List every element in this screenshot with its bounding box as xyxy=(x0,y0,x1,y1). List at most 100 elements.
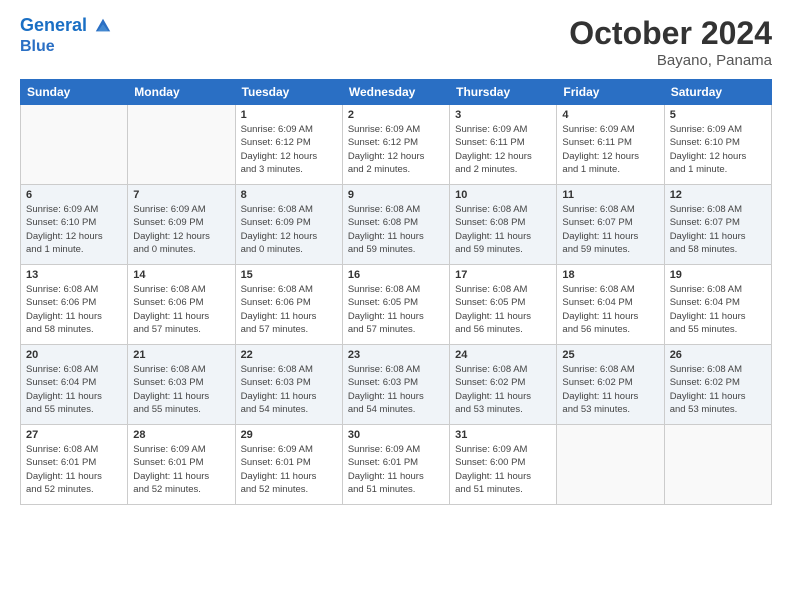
calendar-header-row: Sunday Monday Tuesday Wednesday Thursday… xyxy=(21,80,772,105)
day-detail: Sunrise: 6:09 AM Sunset: 6:09 PM Dayligh… xyxy=(133,203,229,256)
table-row: 5Sunrise: 6:09 AM Sunset: 6:10 PM Daylig… xyxy=(664,105,771,185)
day-number: 22 xyxy=(241,349,337,361)
table-row: 1 Sunrise: 6:09 AM Sunset: 6:12 PM Daylig… xyxy=(235,105,342,185)
day-detail: Sunrise: 6:09 AM Sunset: 6:12 PM Dayligh… xyxy=(348,123,444,176)
day-detail: Sunrise: 6:08 AM Sunset: 6:04 PM Dayligh… xyxy=(670,283,766,336)
day-number: 23 xyxy=(348,349,444,361)
table-row: 8 Sunrise: 6:08 AM Sunset: 6:09 PM Daylig… xyxy=(235,185,342,265)
table-row: 21 Sunrise: 6:08 AM Sunset: 6:03 PM Dayli… xyxy=(128,345,235,425)
table-row: 15Sunrise: 6:08 AM Sunset: 6:06 PM Dayli… xyxy=(235,265,342,345)
day-detail: Sunrise: 6:08 AM Sunset: 6:02 PM Dayligh… xyxy=(455,363,551,416)
table-row xyxy=(128,105,235,185)
logo-icon xyxy=(94,17,112,35)
day-number: 2 xyxy=(348,109,444,121)
col-wednesday: Wednesday xyxy=(342,80,449,105)
day-detail: Sunrise: 6:08 AM Sunset: 6:03 PM Dayligh… xyxy=(348,363,444,416)
table-row: 24 Sunrise: 6:08 AM Sunset: 6:02 PM Dayli… xyxy=(450,345,557,425)
table-row: 11Sunrise: 6:08 AM Sunset: 6:07 PM Dayli… xyxy=(557,185,664,265)
table-row: 7 Sunrise: 6:09 AM Sunset: 6:09 PM Daylig… xyxy=(128,185,235,265)
day-number: 6 xyxy=(26,189,122,201)
table-row: 26Sunrise: 6:08 AM Sunset: 6:02 PM Dayli… xyxy=(664,345,771,425)
day-number: 4 xyxy=(562,109,658,121)
day-number: 7 xyxy=(133,189,229,201)
day-number: 28 xyxy=(133,429,229,441)
col-thursday: Thursday xyxy=(450,80,557,105)
day-detail: Sunrise: 6:08 AM Sunset: 6:05 PM Dayligh… xyxy=(348,283,444,336)
col-friday: Friday xyxy=(557,80,664,105)
table-row: 31Sunrise: 6:09 AM Sunset: 6:00 PM Dayli… xyxy=(450,425,557,505)
day-number: 26 xyxy=(670,349,766,361)
table-row: 28 Sunrise: 6:09 AM Sunset: 6:01 PM Dayli… xyxy=(128,425,235,505)
col-monday: Monday xyxy=(128,80,235,105)
table-row: 27Sunrise: 6:08 AM Sunset: 6:01 PM Dayli… xyxy=(21,425,128,505)
day-number: 21 xyxy=(133,349,229,361)
day-number: 24 xyxy=(455,349,551,361)
table-row: 14Sunrise: 6:08 AM Sunset: 6:06 PM Dayli… xyxy=(128,265,235,345)
day-number: 3 xyxy=(455,109,551,121)
day-number: 18 xyxy=(562,269,658,281)
day-detail: Sunrise: 6:08 AM Sunset: 6:04 PM Dayligh… xyxy=(562,283,658,336)
day-detail: Sunrise: 6:09 AM Sunset: 6:11 PM Dayligh… xyxy=(455,123,551,176)
day-number: 25 xyxy=(562,349,658,361)
day-number: 19 xyxy=(670,269,766,281)
day-number: 30 xyxy=(348,429,444,441)
day-detail: Sunrise: 6:08 AM Sunset: 6:05 PM Dayligh… xyxy=(455,283,551,336)
day-detail: Sunrise: 6:09 AM Sunset: 6:11 PM Dayligh… xyxy=(562,123,658,176)
day-detail: Sunrise: 6:08 AM Sunset: 6:03 PM Dayligh… xyxy=(241,363,337,416)
table-row: 23 Sunrise: 6:08 AM Sunset: 6:03 PM Dayli… xyxy=(342,345,449,425)
day-detail: Sunrise: 6:08 AM Sunset: 6:02 PM Dayligh… xyxy=(562,363,658,416)
table-row: 22 Sunrise: 6:08 AM Sunset: 6:03 PM Dayli… xyxy=(235,345,342,425)
day-number: 29 xyxy=(241,429,337,441)
day-number: 12 xyxy=(670,189,766,201)
table-row xyxy=(557,425,664,505)
day-detail: Sunrise: 6:09 AM Sunset: 6:12 PM Dayligh… xyxy=(241,123,337,176)
day-number: 10 xyxy=(455,189,551,201)
col-saturday: Saturday xyxy=(664,80,771,105)
day-number: 27 xyxy=(26,429,122,441)
day-detail: Sunrise: 6:08 AM Sunset: 6:08 PM Dayligh… xyxy=(455,203,551,256)
day-detail: Sunrise: 6:09 AM Sunset: 6:10 PM Dayligh… xyxy=(26,203,122,256)
day-detail: Sunrise: 6:08 AM Sunset: 6:06 PM Dayligh… xyxy=(241,283,337,336)
table-row: 17 Sunrise: 6:08 AM Sunset: 6:05 PM Dayli… xyxy=(450,265,557,345)
table-row: 20 Sunrise: 6:08 AM Sunset: 6:04 PM Dayli… xyxy=(21,345,128,425)
calendar-week-row: 1 Sunrise: 6:09 AM Sunset: 6:12 PM Daylig… xyxy=(21,105,772,185)
table-row: 2 Sunrise: 6:09 AM Sunset: 6:12 PM Daylig… xyxy=(342,105,449,185)
day-detail: Sunrise: 6:09 AM Sunset: 6:01 PM Dayligh… xyxy=(133,443,229,496)
location: Bayano, Panama xyxy=(569,52,772,69)
day-detail: Sunrise: 6:08 AM Sunset: 6:03 PM Dayligh… xyxy=(133,363,229,416)
table-row: 10 Sunrise: 6:08 AM Sunset: 6:08 PM Dayli… xyxy=(450,185,557,265)
day-number: 8 xyxy=(241,189,337,201)
table-row: 3 Sunrise: 6:09 AM Sunset: 6:11 PM Daylig… xyxy=(450,105,557,185)
table-row: 6 Sunrise: 6:09 AM Sunset: 6:10 PM Daylig… xyxy=(21,185,128,265)
day-number: 1 xyxy=(241,109,337,121)
calendar-week-row: 6 Sunrise: 6:09 AM Sunset: 6:10 PM Daylig… xyxy=(21,185,772,265)
logo-text: General xyxy=(20,15,112,37)
day-detail: Sunrise: 6:08 AM Sunset: 6:09 PM Dayligh… xyxy=(241,203,337,256)
table-row: 4 Sunrise: 6:09 AM Sunset: 6:11 PM Daylig… xyxy=(557,105,664,185)
day-number: 20 xyxy=(26,349,122,361)
table-row: 13Sunrise: 6:08 AM Sunset: 6:06 PM Dayli… xyxy=(21,265,128,345)
day-number: 17 xyxy=(455,269,551,281)
col-sunday: Sunday xyxy=(21,80,128,105)
title-block: October 2024 Bayano, Panama xyxy=(569,15,772,69)
table-row: 19 Sunrise: 6:08 AM Sunset: 6:04 PM Dayli… xyxy=(664,265,771,345)
page-header: General Blue October 2024 Bayano, Panama xyxy=(20,15,772,69)
day-number: 16 xyxy=(348,269,444,281)
table-row xyxy=(664,425,771,505)
day-number: 31 xyxy=(455,429,551,441)
calendar-week-row: 13Sunrise: 6:08 AM Sunset: 6:06 PM Dayli… xyxy=(21,265,772,345)
calendar-week-row: 27Sunrise: 6:08 AM Sunset: 6:01 PM Dayli… xyxy=(21,425,772,505)
logo-blue-text: Blue xyxy=(20,37,55,56)
day-detail: Sunrise: 6:08 AM Sunset: 6:04 PM Dayligh… xyxy=(26,363,122,416)
calendar-table: Sunday Monday Tuesday Wednesday Thursday… xyxy=(20,79,772,505)
table-row: 16 Sunrise: 6:08 AM Sunset: 6:05 PM Dayli… xyxy=(342,265,449,345)
table-row: 29Sunrise: 6:09 AM Sunset: 6:01 PM Dayli… xyxy=(235,425,342,505)
table-row: 12Sunrise: 6:08 AM Sunset: 6:07 PM Dayli… xyxy=(664,185,771,265)
table-row: 25 Sunrise: 6:08 AM Sunset: 6:02 PM Dayli… xyxy=(557,345,664,425)
day-detail: Sunrise: 6:08 AM Sunset: 6:06 PM Dayligh… xyxy=(26,283,122,336)
day-detail: Sunrise: 6:09 AM Sunset: 6:10 PM Dayligh… xyxy=(670,123,766,176)
day-detail: Sunrise: 6:08 AM Sunset: 6:06 PM Dayligh… xyxy=(133,283,229,336)
col-tuesday: Tuesday xyxy=(235,80,342,105)
day-number: 9 xyxy=(348,189,444,201)
table-row xyxy=(21,105,128,185)
